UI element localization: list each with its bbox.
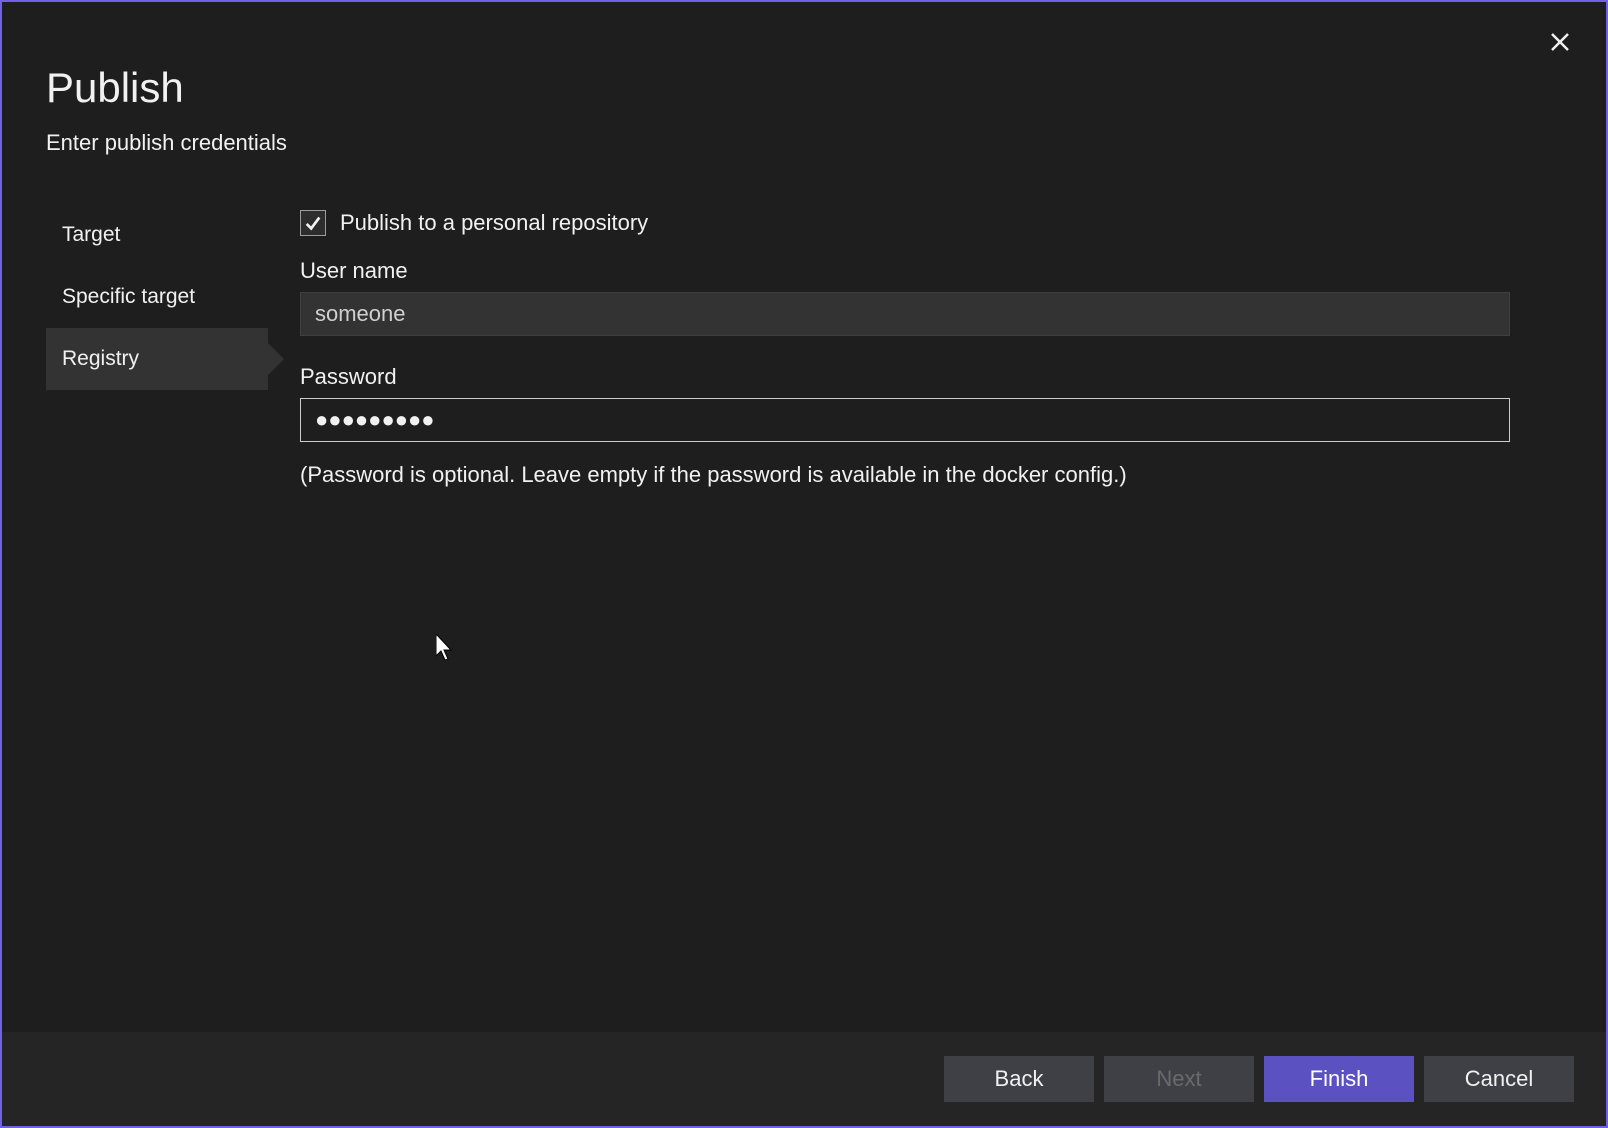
username-input[interactable] <box>300 292 1510 336</box>
sidebar-item-label: Specific target <box>62 285 195 309</box>
username-label: User name <box>300 258 1552 284</box>
sidebar-item-registry[interactable]: Registry <box>46 328 268 390</box>
back-button[interactable]: Back <box>944 1056 1094 1102</box>
dialog-header: Publish Enter publish credentials <box>2 2 1606 156</box>
personal-repo-label: Publish to a personal repository <box>340 210 648 236</box>
mouse-cursor <box>436 634 456 667</box>
close-button[interactable] <box>1538 20 1582 64</box>
password-input[interactable] <box>300 398 1510 442</box>
sidebar-item-label: Registry <box>62 347 139 371</box>
checkmark-icon <box>304 214 322 232</box>
dialog-body: Target Specific target Registry Publish … <box>2 156 1606 488</box>
form-area: Publish to a personal repository User na… <box>268 204 1562 488</box>
dialog-title: Publish <box>46 64 1562 112</box>
finish-button[interactable]: Finish <box>1264 1056 1414 1102</box>
personal-repo-checkbox[interactable] <box>300 210 326 236</box>
personal-repo-row: Publish to a personal repository <box>300 210 1552 236</box>
password-label: Password <box>300 364 1552 390</box>
cancel-button[interactable]: Cancel <box>1424 1056 1574 1102</box>
sidebar-item-target[interactable]: Target <box>46 204 268 266</box>
close-icon <box>1550 32 1570 52</box>
sidebar-item-specific-target[interactable]: Specific target <box>46 266 268 328</box>
sidebar-item-label: Target <box>62 223 120 247</box>
password-hint: (Password is optional. Leave empty if th… <box>300 462 1552 488</box>
next-button: Next <box>1104 1056 1254 1102</box>
dialog-footer: Back Next Finish Cancel <box>2 1032 1606 1126</box>
wizard-sidebar: Target Specific target Registry <box>46 204 268 488</box>
dialog-subtitle: Enter publish credentials <box>46 130 1562 156</box>
